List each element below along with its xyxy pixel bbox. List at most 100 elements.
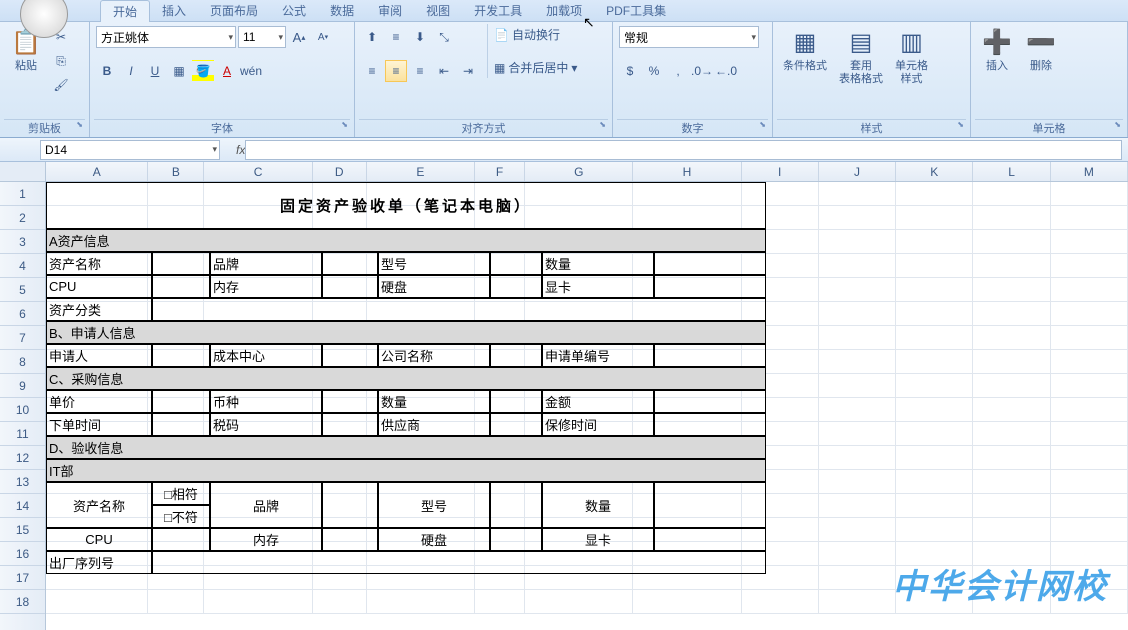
cell-r4-7[interactable] <box>654 252 766 275</box>
cell-style-button[interactable]: ▥ 单元格 样式 <box>889 24 934 88</box>
align-left-button[interactable]: ≡ <box>361 60 383 82</box>
cell-L13[interactable] <box>973 470 1050 494</box>
cell-K9[interactable] <box>896 374 973 398</box>
tab-home[interactable]: 开始 <box>100 0 150 22</box>
cell-K10[interactable] <box>896 398 973 422</box>
cell-M15[interactable] <box>1051 518 1128 542</box>
model-value[interactable] <box>490 482 542 528</box>
match-checkbox[interactable]: □相符 <box>152 482 210 505</box>
cell-J3[interactable] <box>819 230 896 254</box>
grow-font-button[interactable]: A▴ <box>288 26 310 48</box>
cell-r10-5[interactable] <box>490 390 542 413</box>
cell-D18[interactable] <box>313 590 367 614</box>
font-name-combo[interactable]: 方正姚体 <box>96 26 236 48</box>
decrease-decimal-button[interactable]: ←.0 <box>715 60 737 82</box>
border-button[interactable]: ▦ <box>168 60 190 82</box>
serial-value[interactable] <box>152 551 766 574</box>
row-header-13[interactable]: 13 <box>0 470 45 494</box>
cell-M5[interactable] <box>1051 278 1128 302</box>
serial-label[interactable]: 出厂序列号 <box>46 551 152 574</box>
cell-J12[interactable] <box>819 446 896 470</box>
cell-M7[interactable] <box>1051 326 1128 350</box>
tab-developer[interactable]: 开发工具 <box>462 0 534 21</box>
it-dept[interactable]: IT部 <box>46 459 766 482</box>
col-header-L[interactable]: L <box>973 162 1050 181</box>
cell-r5-5[interactable] <box>490 275 542 298</box>
cell-r8-1[interactable] <box>152 344 210 367</box>
tab-formulas[interactable]: 公式 <box>270 0 318 21</box>
name-box[interactable]: D14 <box>40 140 220 160</box>
cell-M10[interactable] <box>1051 398 1128 422</box>
cell-r10-6[interactable]: 金额 <box>542 390 654 413</box>
cell-J9[interactable] <box>819 374 896 398</box>
section-d[interactable]: D、验收信息 <box>46 436 766 459</box>
bold-button[interactable]: B <box>96 60 118 82</box>
fx-button[interactable]: fx <box>236 143 245 157</box>
cell-M4[interactable] <box>1051 254 1128 278</box>
cell-F18[interactable] <box>475 590 525 614</box>
cell-r5-2[interactable]: 内存 <box>210 275 322 298</box>
align-right-button[interactable]: ≡ <box>409 60 431 82</box>
mem-label[interactable]: 内存 <box>210 528 322 551</box>
cell-r5-1[interactable] <box>152 275 210 298</box>
align-bottom-button[interactable]: ⬇ <box>409 26 431 48</box>
gpu-value[interactable] <box>654 528 766 551</box>
mem-value[interactable] <box>322 528 378 551</box>
section-b[interactable]: B、申请人信息 <box>46 321 766 344</box>
cell-L9[interactable] <box>973 374 1050 398</box>
cell-K13[interactable] <box>896 470 973 494</box>
cell-K6[interactable] <box>896 302 973 326</box>
row-header-2[interactable]: 2 <box>0 206 45 230</box>
row-header-16[interactable]: 16 <box>0 542 45 566</box>
cell-E18[interactable] <box>367 590 475 614</box>
col-header-E[interactable]: E <box>367 162 475 181</box>
cell-r8-4[interactable]: 公司名称 <box>378 344 490 367</box>
col-header-M[interactable]: M <box>1051 162 1128 181</box>
cell-K14[interactable] <box>896 494 973 518</box>
tab-addins[interactable]: 加载项 <box>534 0 594 21</box>
model-label[interactable]: 型号 <box>378 482 490 528</box>
increase-decimal-button[interactable]: .0→ <box>691 60 713 82</box>
cell-J6[interactable] <box>819 302 896 326</box>
cell-L14[interactable] <box>973 494 1050 518</box>
cell-L3[interactable] <box>973 230 1050 254</box>
cell-L8[interactable] <box>973 350 1050 374</box>
qty-value[interactable] <box>654 482 766 528</box>
tab-data[interactable]: 数据 <box>318 0 366 21</box>
shrink-font-button[interactable]: A▾ <box>312 26 334 48</box>
cell-K7[interactable] <box>896 326 973 350</box>
col-header-C[interactable]: C <box>204 162 312 181</box>
row-header-4[interactable]: 4 <box>0 254 45 278</box>
tab-layout[interactable]: 页面布局 <box>198 0 270 21</box>
cell-K5[interactable] <box>896 278 973 302</box>
col-header-G[interactable]: G <box>525 162 633 181</box>
cell-r5-7[interactable] <box>654 275 766 298</box>
cell-M14[interactable] <box>1051 494 1128 518</box>
col-header-K[interactable]: K <box>896 162 973 181</box>
row-header-3[interactable]: 3 <box>0 230 45 254</box>
cell-M8[interactable] <box>1051 350 1128 374</box>
row-header-15[interactable]: 15 <box>0 518 45 542</box>
cell-K11[interactable] <box>896 422 973 446</box>
tab-view[interactable]: 视图 <box>414 0 462 21</box>
col-header-B[interactable]: B <box>148 162 204 181</box>
phonetic-button[interactable]: wén <box>240 60 262 82</box>
cell-L11[interactable] <box>973 422 1050 446</box>
cell-M13[interactable] <box>1051 470 1128 494</box>
cell-r5-4[interactable]: 硬盘 <box>378 275 490 298</box>
orientation-button[interactable]: ⤡ <box>433 26 455 48</box>
tab-review[interactable]: 审阅 <box>366 0 414 21</box>
cell-J18[interactable] <box>819 590 896 614</box>
row-header-9[interactable]: 9 <box>0 374 45 398</box>
cell-r4-2[interactable]: 品牌 <box>210 252 322 275</box>
cell-r10-3[interactable] <box>322 390 378 413</box>
fill-color-button[interactable]: 🪣 <box>192 60 214 82</box>
asset-category-label[interactable]: 资产分类 <box>46 298 152 321</box>
underline-button[interactable]: U <box>144 60 166 82</box>
cell-J11[interactable] <box>819 422 896 446</box>
cell-r4-4[interactable]: 型号 <box>378 252 490 275</box>
cell-r8-6[interactable]: 申请单编号 <box>542 344 654 367</box>
row-header-12[interactable]: 12 <box>0 446 45 470</box>
cell-r11-4[interactable]: 供应商 <box>378 413 490 436</box>
row-header-8[interactable]: 8 <box>0 350 45 374</box>
